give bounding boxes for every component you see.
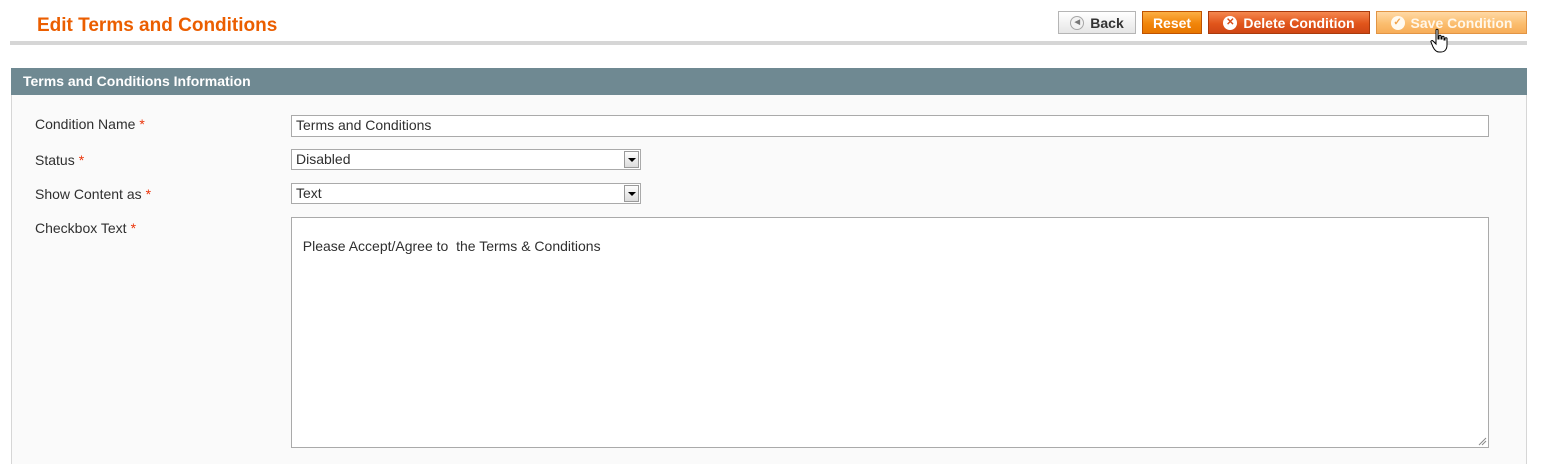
condition-name-input[interactable]: Terms and Conditions <box>291 115 1489 137</box>
required-mark: * <box>78 152 85 168</box>
required-mark: * <box>139 116 145 132</box>
back-button-label: Back <box>1090 14 1124 31</box>
title-divider <box>10 41 1527 45</box>
status-select[interactable]: Disabled <box>291 149 641 170</box>
checkbox-text-value: Please Accept/Agree to the Terms & Condi… <box>302 238 601 254</box>
back-button[interactable]: ◀ Back <box>1058 11 1136 34</box>
resize-grip-icon[interactable] <box>1477 436 1487 446</box>
checkbox-text-label-text: Checkbox Text <box>35 220 127 236</box>
show-content-as-select-value: Text <box>296 185 322 201</box>
save-button-label: Save Condition <box>1410 14 1513 31</box>
required-mark: * <box>130 220 137 236</box>
required-mark: * <box>145 186 152 202</box>
delete-condition-button[interactable]: ✕ Delete Condition <box>1208 11 1370 34</box>
reset-button-label: Reset <box>1152 14 1192 31</box>
chevron-left-icon: ◀ <box>1070 15 1085 30</box>
checkbox-text-label: Checkbox Text * <box>35 220 136 236</box>
reset-button[interactable]: Reset <box>1142 11 1202 34</box>
status-select-value: Disabled <box>296 151 351 167</box>
delete-button-label: Delete Condition <box>1243 14 1355 31</box>
show-content-as-label: Show Content as * <box>35 186 151 202</box>
condition-name-label: Condition Name * <box>35 116 145 132</box>
hand-pointer-icon <box>1430 28 1448 53</box>
show-content-as-label-text: Show Content as <box>35 186 142 202</box>
section-header: Terms and Conditions Information <box>11 68 1527 95</box>
chevron-down-icon[interactable] <box>624 185 639 202</box>
show-content-as-select[interactable]: Text <box>291 183 641 204</box>
check-circle-icon: ✓ <box>1390 15 1405 30</box>
save-condition-button[interactable]: ✓ Save Condition <box>1376 11 1527 34</box>
status-label: Status * <box>35 152 84 168</box>
condition-name-label-text: Condition Name <box>35 116 136 132</box>
page-title: Edit Terms and Conditions <box>37 15 278 36</box>
close-circle-icon: ✕ <box>1223 15 1238 30</box>
chevron-down-icon[interactable] <box>624 151 639 168</box>
checkbox-text-textarea[interactable]: Please Accept/Agree to the Terms & Condi… <box>291 217 1489 448</box>
status-label-text: Status <box>35 152 75 168</box>
